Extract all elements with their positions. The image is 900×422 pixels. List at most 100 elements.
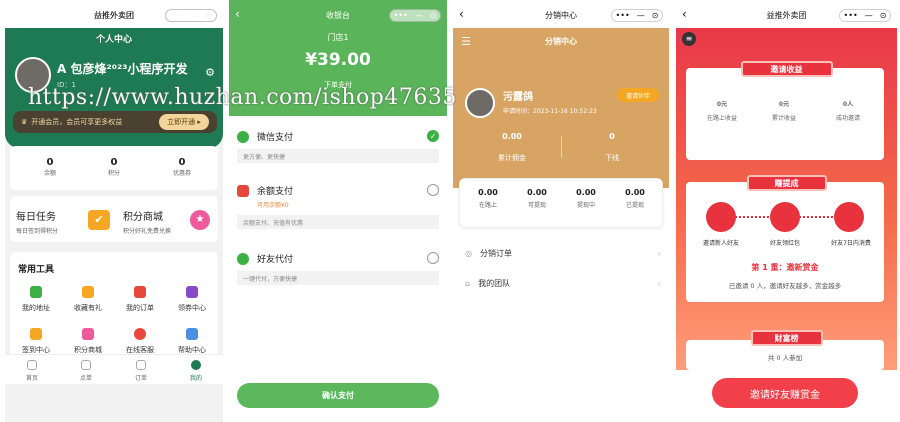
check-icon[interactable]: ✔ (88, 210, 110, 230)
more-icon[interactable]: ••• (844, 11, 858, 20)
vip-banner[interactable]: ♛ 开通会员，会员可享更多权益 立即开通 ▸ (13, 111, 217, 133)
tool-orders[interactable]: 我的订单 (120, 286, 160, 313)
menu-icon (81, 360, 91, 370)
amount-withdrawable[interactable]: 0.00 可提现 (515, 188, 559, 215)
pay-method-balance[interactable]: 余额支付 可用余额¥0 余额支付、充值有优惠 (237, 184, 439, 229)
menu-distribution-orders[interactable]: ◎ 分销订单 › (465, 248, 661, 259)
gift-icon (82, 286, 94, 298)
confirm-pay-button[interactable]: 确认支付 (237, 383, 439, 408)
stat-value: 0 (46, 157, 54, 168)
amount-withdrawing[interactable]: 0.00 提现中 (564, 188, 608, 215)
minimize-icon[interactable]: — (191, 11, 199, 20)
service-icon (134, 328, 146, 340)
list-icon (136, 360, 146, 370)
close-icon[interactable]: ⊙ (652, 11, 659, 20)
vip-open-button[interactable]: 立即开通 ▸ (159, 114, 209, 130)
radio-unselected[interactable] (427, 252, 439, 264)
step-label: 好友7日内消费 (831, 240, 871, 247)
capsule-menu[interactable]: ••• — ⊙ (839, 9, 891, 22)
mini-app-bar: 益推外卖团 ••• — ⊙ (5, 6, 223, 24)
watermark-text: https://www.huzhan.com/ishop47635 (28, 85, 457, 110)
apply-time: 申请时间：2023-11-16 10:52:23 (503, 108, 597, 115)
chevron-right-icon: › (657, 279, 661, 288)
tool-label: 我的订单 (126, 304, 154, 312)
app-title: 益推外卖团 (766, 10, 807, 20)
store-name: 门店1 (327, 33, 349, 42)
tab-mine[interactable]: 我的 (176, 360, 216, 382)
app-title: 分销中心 (545, 10, 577, 20)
radio-selected[interactable]: ✓ (427, 130, 439, 142)
back-icon[interactable]: ‹ (235, 7, 240, 21)
invite-friends-button[interactable]: 邀请好友赚赏金 (712, 378, 858, 408)
tool-label: 我的地址 (22, 304, 50, 312)
crown-icon: ♛ (21, 118, 28, 126)
tool-address[interactable]: 我的地址 (16, 286, 56, 313)
more-icon[interactable]: ••• (170, 11, 184, 20)
hamburger-icon[interactable]: ≡ (682, 32, 696, 46)
tab-bar: 首页 点单 订单 我的 (5, 354, 223, 384)
minimize-icon[interactable]: — (637, 11, 645, 20)
more-icon[interactable]: ••• (394, 11, 408, 20)
amount-value: 0.00 (478, 188, 498, 197)
tool-favorites[interactable]: 收藏有礼 (68, 286, 108, 313)
pay-method-wechat[interactable]: 微信支付 ✓ 更方便、更快捷 (237, 130, 439, 163)
tab-order[interactable]: 点单 (66, 360, 106, 382)
tab-orders[interactable]: 订单 (121, 360, 161, 382)
user-icon (191, 360, 201, 370)
summary-downline[interactable]: 0 下线 (573, 132, 651, 163)
back-icon[interactable]: ‹ (682, 7, 687, 21)
pay-method-friend[interactable]: 好友代付 一键代付，方便快捷 (237, 252, 439, 285)
tab-label: 首页 (25, 375, 38, 382)
order-icon (134, 286, 146, 298)
method-name: 微信支付 (257, 133, 294, 143)
radio-unselected[interactable] (427, 184, 439, 196)
tool-service[interactable]: 在线客服 (120, 328, 160, 355)
rank-text: 共 0 人参加 (767, 354, 803, 362)
daily-task-sub: 每日签到得积分 (16, 228, 59, 235)
tool-coupons[interactable]: 领券中心 (172, 286, 212, 313)
close-icon[interactable]: ⊙ (206, 11, 213, 20)
stat-points[interactable]: 0 积分 (89, 157, 139, 177)
checkout-screen: ‹ 收银台 ••• — ⊙ 门店1 ¥39.00 下单支付 微信支付 ✓ 更方便、更… (229, 0, 447, 422)
checkin-icon (30, 328, 42, 340)
invite-partner-button[interactable]: 邀请伙伴 (617, 88, 659, 102)
tab-label: 我的 (189, 375, 202, 382)
chevron-right-icon: › (657, 249, 661, 258)
tab-home[interactable]: 首页 (12, 360, 52, 382)
settings-icon[interactable]: ⚙ (205, 66, 215, 79)
income-on-way: 0元 在路上收益 (696, 94, 748, 128)
minimize-icon[interactable]: — (865, 11, 873, 20)
app-title: 益推外卖团 (94, 10, 134, 20)
summary-commission[interactable]: 0.00 累计佣金 (473, 132, 551, 163)
menu-my-team[interactable]: ⌂ 我的团队 › (465, 278, 661, 289)
close-icon[interactable]: ⊙ (880, 11, 887, 20)
stat-balance[interactable]: 0 余额 (25, 157, 75, 177)
amount-label: 已提现 (625, 202, 644, 209)
tool-mall[interactable]: 积分商城 (68, 328, 108, 355)
points-mall-title[interactable]: 积分商城 (123, 208, 163, 223)
coupon-icon (186, 286, 198, 298)
tool-help[interactable]: 帮助中心 (172, 328, 212, 355)
income-unit: 元 (721, 101, 728, 108)
daily-task-title[interactable]: 每日任务 (16, 208, 56, 223)
ribbon-invite-income: 邀请收益 (740, 61, 833, 77)
income-label: 在路上收益 (706, 115, 737, 122)
step-circle (770, 202, 800, 232)
more-icon[interactable]: ••• (616, 11, 630, 20)
minimize-icon[interactable]: — (415, 11, 423, 20)
capsule-menu[interactable]: ••• — ⊙ (389, 9, 441, 22)
capsule-menu[interactable]: ••• — ⊙ (165, 9, 217, 22)
back-icon[interactable]: ‹ (459, 7, 464, 21)
tool-checkin[interactable]: 签到中心 (16, 328, 56, 355)
amount-on-way[interactable]: 0.00 在路上 (466, 188, 510, 215)
home-icon (27, 360, 37, 370)
capsule-menu[interactable]: ••• — ⊙ (611, 9, 663, 22)
amount-withdrawn[interactable]: 0.00 已提现 (613, 188, 657, 215)
task-mall-card: 每日任务 每日签到得积分 ✔ 积分商城 积分好礼免费兑换 ★ (10, 196, 218, 242)
avatar[interactable] (465, 88, 495, 118)
tab-label: 点单 (79, 375, 92, 382)
friend-icon (237, 252, 249, 265)
close-icon[interactable]: ⊙ (430, 11, 437, 20)
stat-coupons[interactable]: 0 优惠券 (157, 157, 207, 177)
badge-icon[interactable]: ★ (190, 210, 210, 230)
